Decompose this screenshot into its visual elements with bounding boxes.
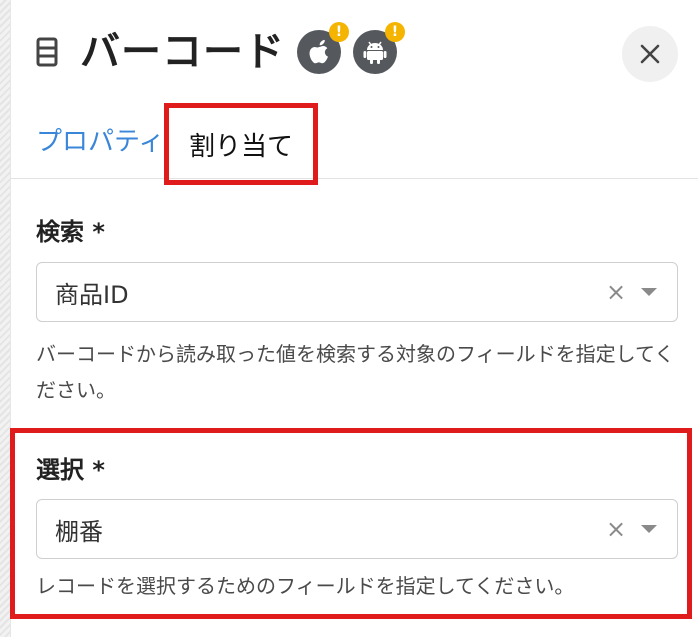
- chevron-down-icon[interactable]: [641, 288, 657, 296]
- close-icon: [640, 44, 660, 64]
- warning-icon: !: [329, 22, 349, 42]
- search-field-help: バーコードから読み取った値を検索する対象のフィールドを指定してください。: [36, 342, 675, 402]
- apple-icon: [309, 39, 328, 64]
- search-field-value: 商品ID: [55, 280, 129, 309]
- select-field-help: レコードを選択するためのフィールドを指定してください。: [36, 574, 575, 598]
- search-field-select[interactable]: 商品ID ×: [36, 262, 678, 322]
- select-field-value: 棚番: [55, 517, 103, 546]
- android-platform-badge: !: [353, 22, 405, 74]
- clear-icon[interactable]: ×: [601, 515, 631, 543]
- page-title: バーコード: [80, 29, 285, 75]
- chevron-down-icon[interactable]: [641, 525, 657, 533]
- select-field-label: 選択 *: [36, 456, 105, 484]
- warning-icon: !: [385, 22, 405, 42]
- close-button[interactable]: [622, 26, 678, 82]
- tab-assign[interactable]: 割り当て: [164, 103, 318, 185]
- search-field-label: 検索 *: [36, 218, 105, 246]
- tab-bar: プロパティ 割り当て: [10, 100, 698, 185]
- select-field-select[interactable]: 棚番 ×: [36, 499, 678, 559]
- document-icon: [36, 37, 58, 67]
- apple-platform-badge: !: [297, 22, 349, 74]
- barcode-settings-panel: バーコード ! ! プロパティ 割り当て 検索 * 商品ID × バーコードから…: [0, 0, 698, 637]
- tab-properties[interactable]: プロパティ: [36, 100, 164, 178]
- panel-header: バーコード ! !: [36, 22, 405, 80]
- clear-icon[interactable]: ×: [601, 278, 631, 306]
- android-icon: [363, 41, 387, 64]
